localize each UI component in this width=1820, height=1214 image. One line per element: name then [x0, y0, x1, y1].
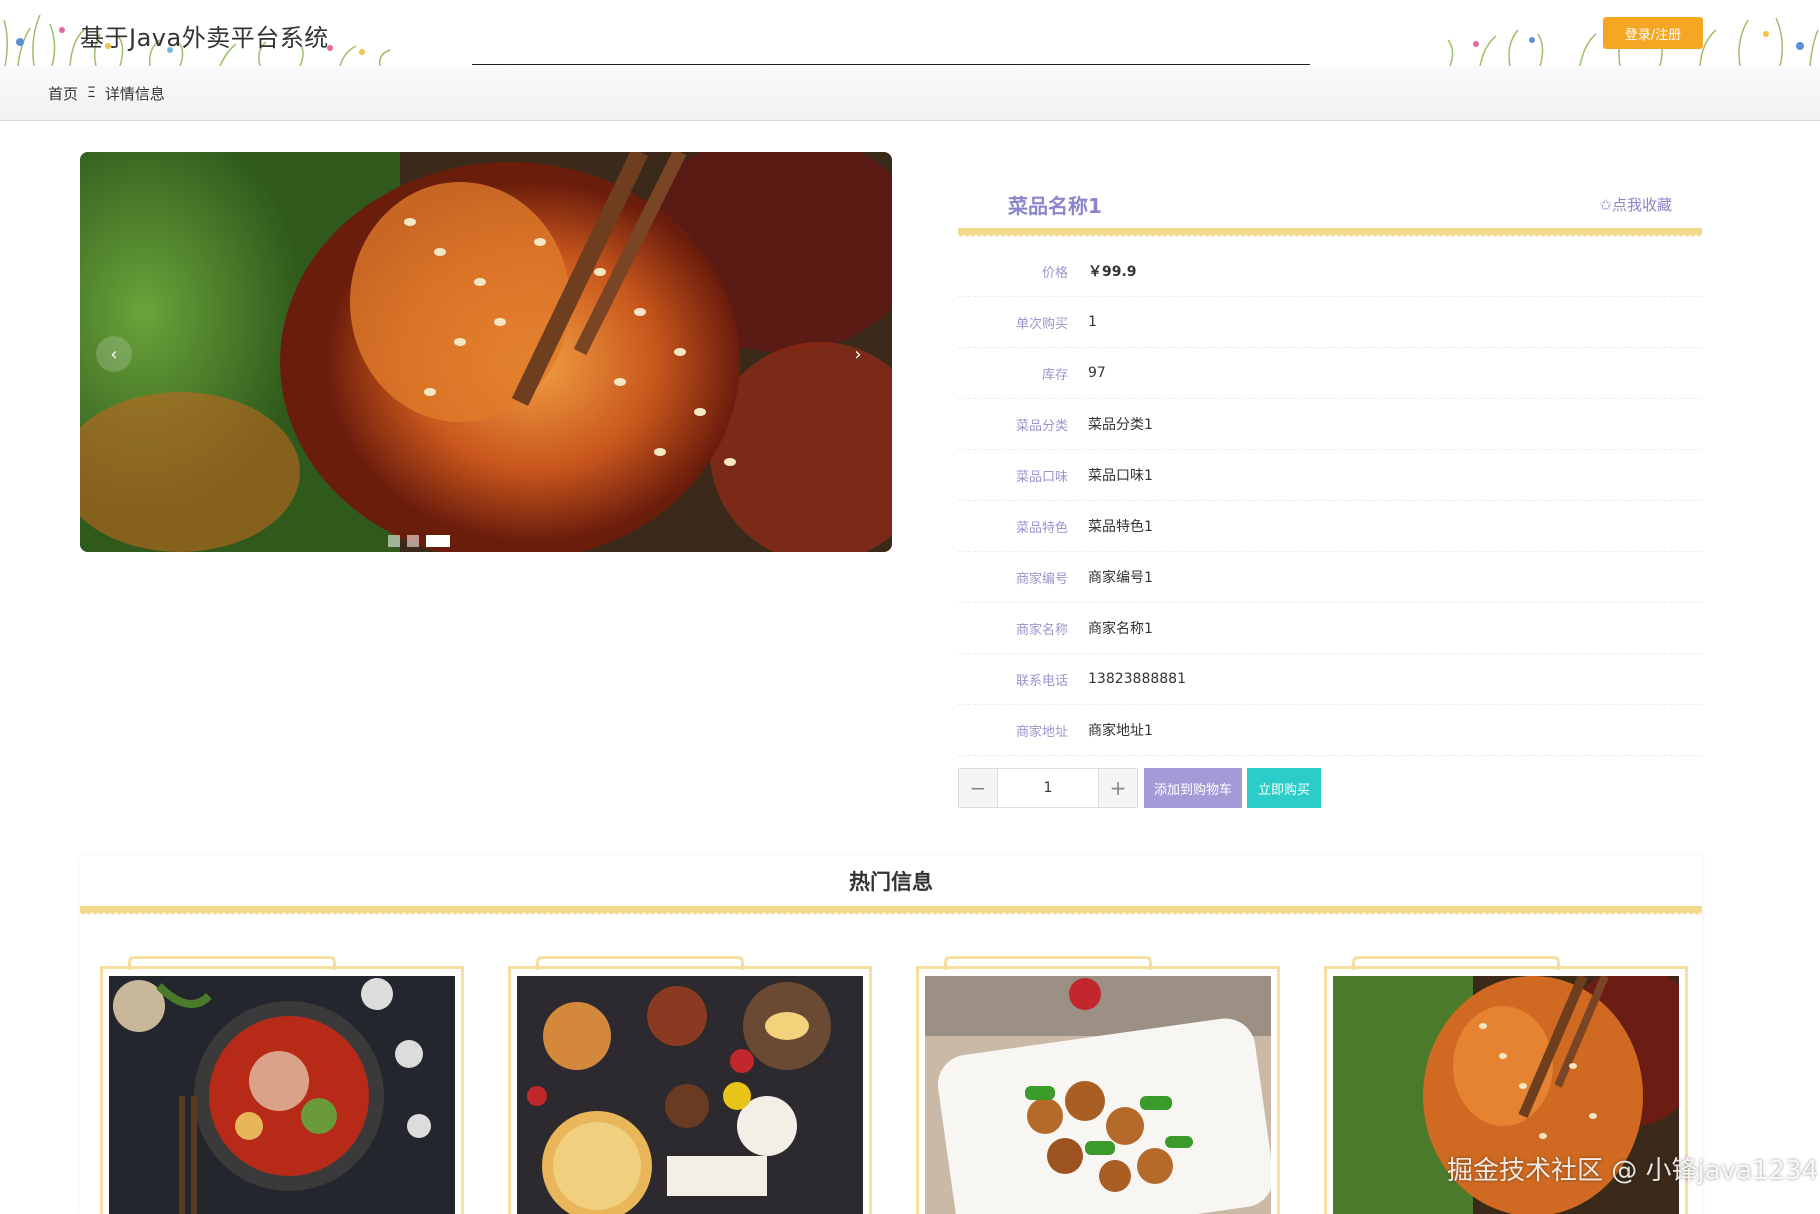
header-divider	[472, 64, 1310, 65]
info-value: 97	[1088, 365, 1106, 381]
hot-card[interactable]	[916, 956, 1280, 1214]
favorite-button[interactable]: ✩点我收藏	[1599, 194, 1672, 215]
info-label: 商家地址	[1015, 724, 1068, 740]
info-value: 1	[1088, 314, 1097, 330]
info-label: 库存	[1041, 367, 1068, 383]
hot-section-title: 热门信息	[849, 870, 933, 894]
info-row-category: 菜品分类 菜品分类1	[958, 399, 1702, 450]
hotpot-image	[109, 976, 455, 1214]
info-row-stock: 库存 97	[958, 348, 1702, 399]
wavy-divider	[958, 228, 1702, 237]
info-row-feature: 菜品特色 菜品特色1	[958, 501, 1702, 552]
breadcrumb-home-link[interactable]: 首页	[48, 83, 78, 104]
info-row-price: 价格 ￥99.9	[958, 246, 1702, 297]
info-row-merchant-name: 商家名称 商家名称1	[958, 603, 1702, 654]
info-row-address: 商家地址 商家地址1	[958, 705, 1702, 756]
dish-name: 菜品名称1	[1008, 194, 1102, 218]
info-label: 商家编号	[1015, 571, 1068, 587]
quantity-input[interactable]	[998, 768, 1098, 808]
info-value: 商家名称1	[1088, 621, 1153, 637]
carousel-dot[interactable]	[388, 535, 400, 547]
info-label: 价格	[1041, 265, 1068, 281]
dish-info-list: 价格 ￥99.9 单次购买 1 库存 97 菜品分类 菜品分类1 菜品口味 菜品…	[958, 246, 1702, 756]
info-row-single-purchase: 单次购买 1	[958, 297, 1702, 348]
breadcrumb-current: 详情信息	[104, 84, 165, 103]
info-label: 联系电话	[1015, 673, 1068, 689]
carousel-prev-icon[interactable]: ‹	[96, 336, 132, 372]
carousel-shrimp-image	[80, 152, 892, 552]
breadcrumb: 首页 Ξ 详情信息	[0, 66, 1820, 121]
info-value: ￥99.9	[1088, 264, 1137, 280]
image-carousel[interactable]: ‹ ›	[80, 152, 892, 552]
breadcrumb-separator-icon: Ξ	[87, 85, 96, 101]
info-value: 13823888881	[1088, 671, 1186, 687]
feast-table-image	[517, 976, 863, 1214]
info-value: 菜品分类1	[1088, 417, 1153, 433]
buy-now-button[interactable]: 立即购买	[1247, 768, 1322, 808]
info-label: 商家名称	[1015, 622, 1068, 638]
info-label: 单次购买	[1015, 316, 1068, 332]
add-to-cart-button[interactable]: 添加到购物车	[1144, 768, 1243, 808]
carousel-dot-active[interactable]	[426, 535, 450, 547]
watermark-text: 掘金技术社区 @ 小锋java1234	[1447, 1156, 1819, 1186]
info-label: 菜品分类	[1015, 418, 1068, 434]
info-row-flavor: 菜品口味 菜品口味1	[958, 450, 1702, 501]
info-row-phone: 联系电话 13823888881	[958, 654, 1702, 705]
info-row-merchant-id: 商家编号 商家编号1	[958, 552, 1702, 603]
info-label: 菜品特色	[1015, 520, 1068, 536]
plus-icon[interactable]: +	[1098, 768, 1138, 808]
info-label: 菜品口味	[1015, 469, 1068, 485]
info-value: 商家编号1	[1088, 570, 1153, 586]
info-value: 菜品特色1	[1088, 519, 1153, 535]
stir-fry-image	[925, 976, 1271, 1214]
hot-card[interactable]	[508, 956, 872, 1214]
carousel-next-icon[interactable]: ›	[840, 336, 876, 372]
info-value: 商家地址1	[1088, 723, 1153, 739]
wavy-divider	[80, 906, 1702, 915]
minus-icon[interactable]: −	[958, 768, 998, 808]
purchase-controls: − + 添加到购物车 立即购买	[958, 768, 1322, 808]
site-header: 基于Java外卖平台系统 登录/注册	[0, 0, 1820, 66]
carousel-dot[interactable]	[407, 535, 419, 547]
login-register-button[interactable]: 登录/注册	[1603, 17, 1703, 49]
hot-card[interactable]	[100, 956, 464, 1214]
carousel-indicators	[388, 535, 450, 547]
info-value: 菜品口味1	[1088, 468, 1153, 484]
site-title: 基于Java外卖平台系统	[80, 24, 329, 52]
